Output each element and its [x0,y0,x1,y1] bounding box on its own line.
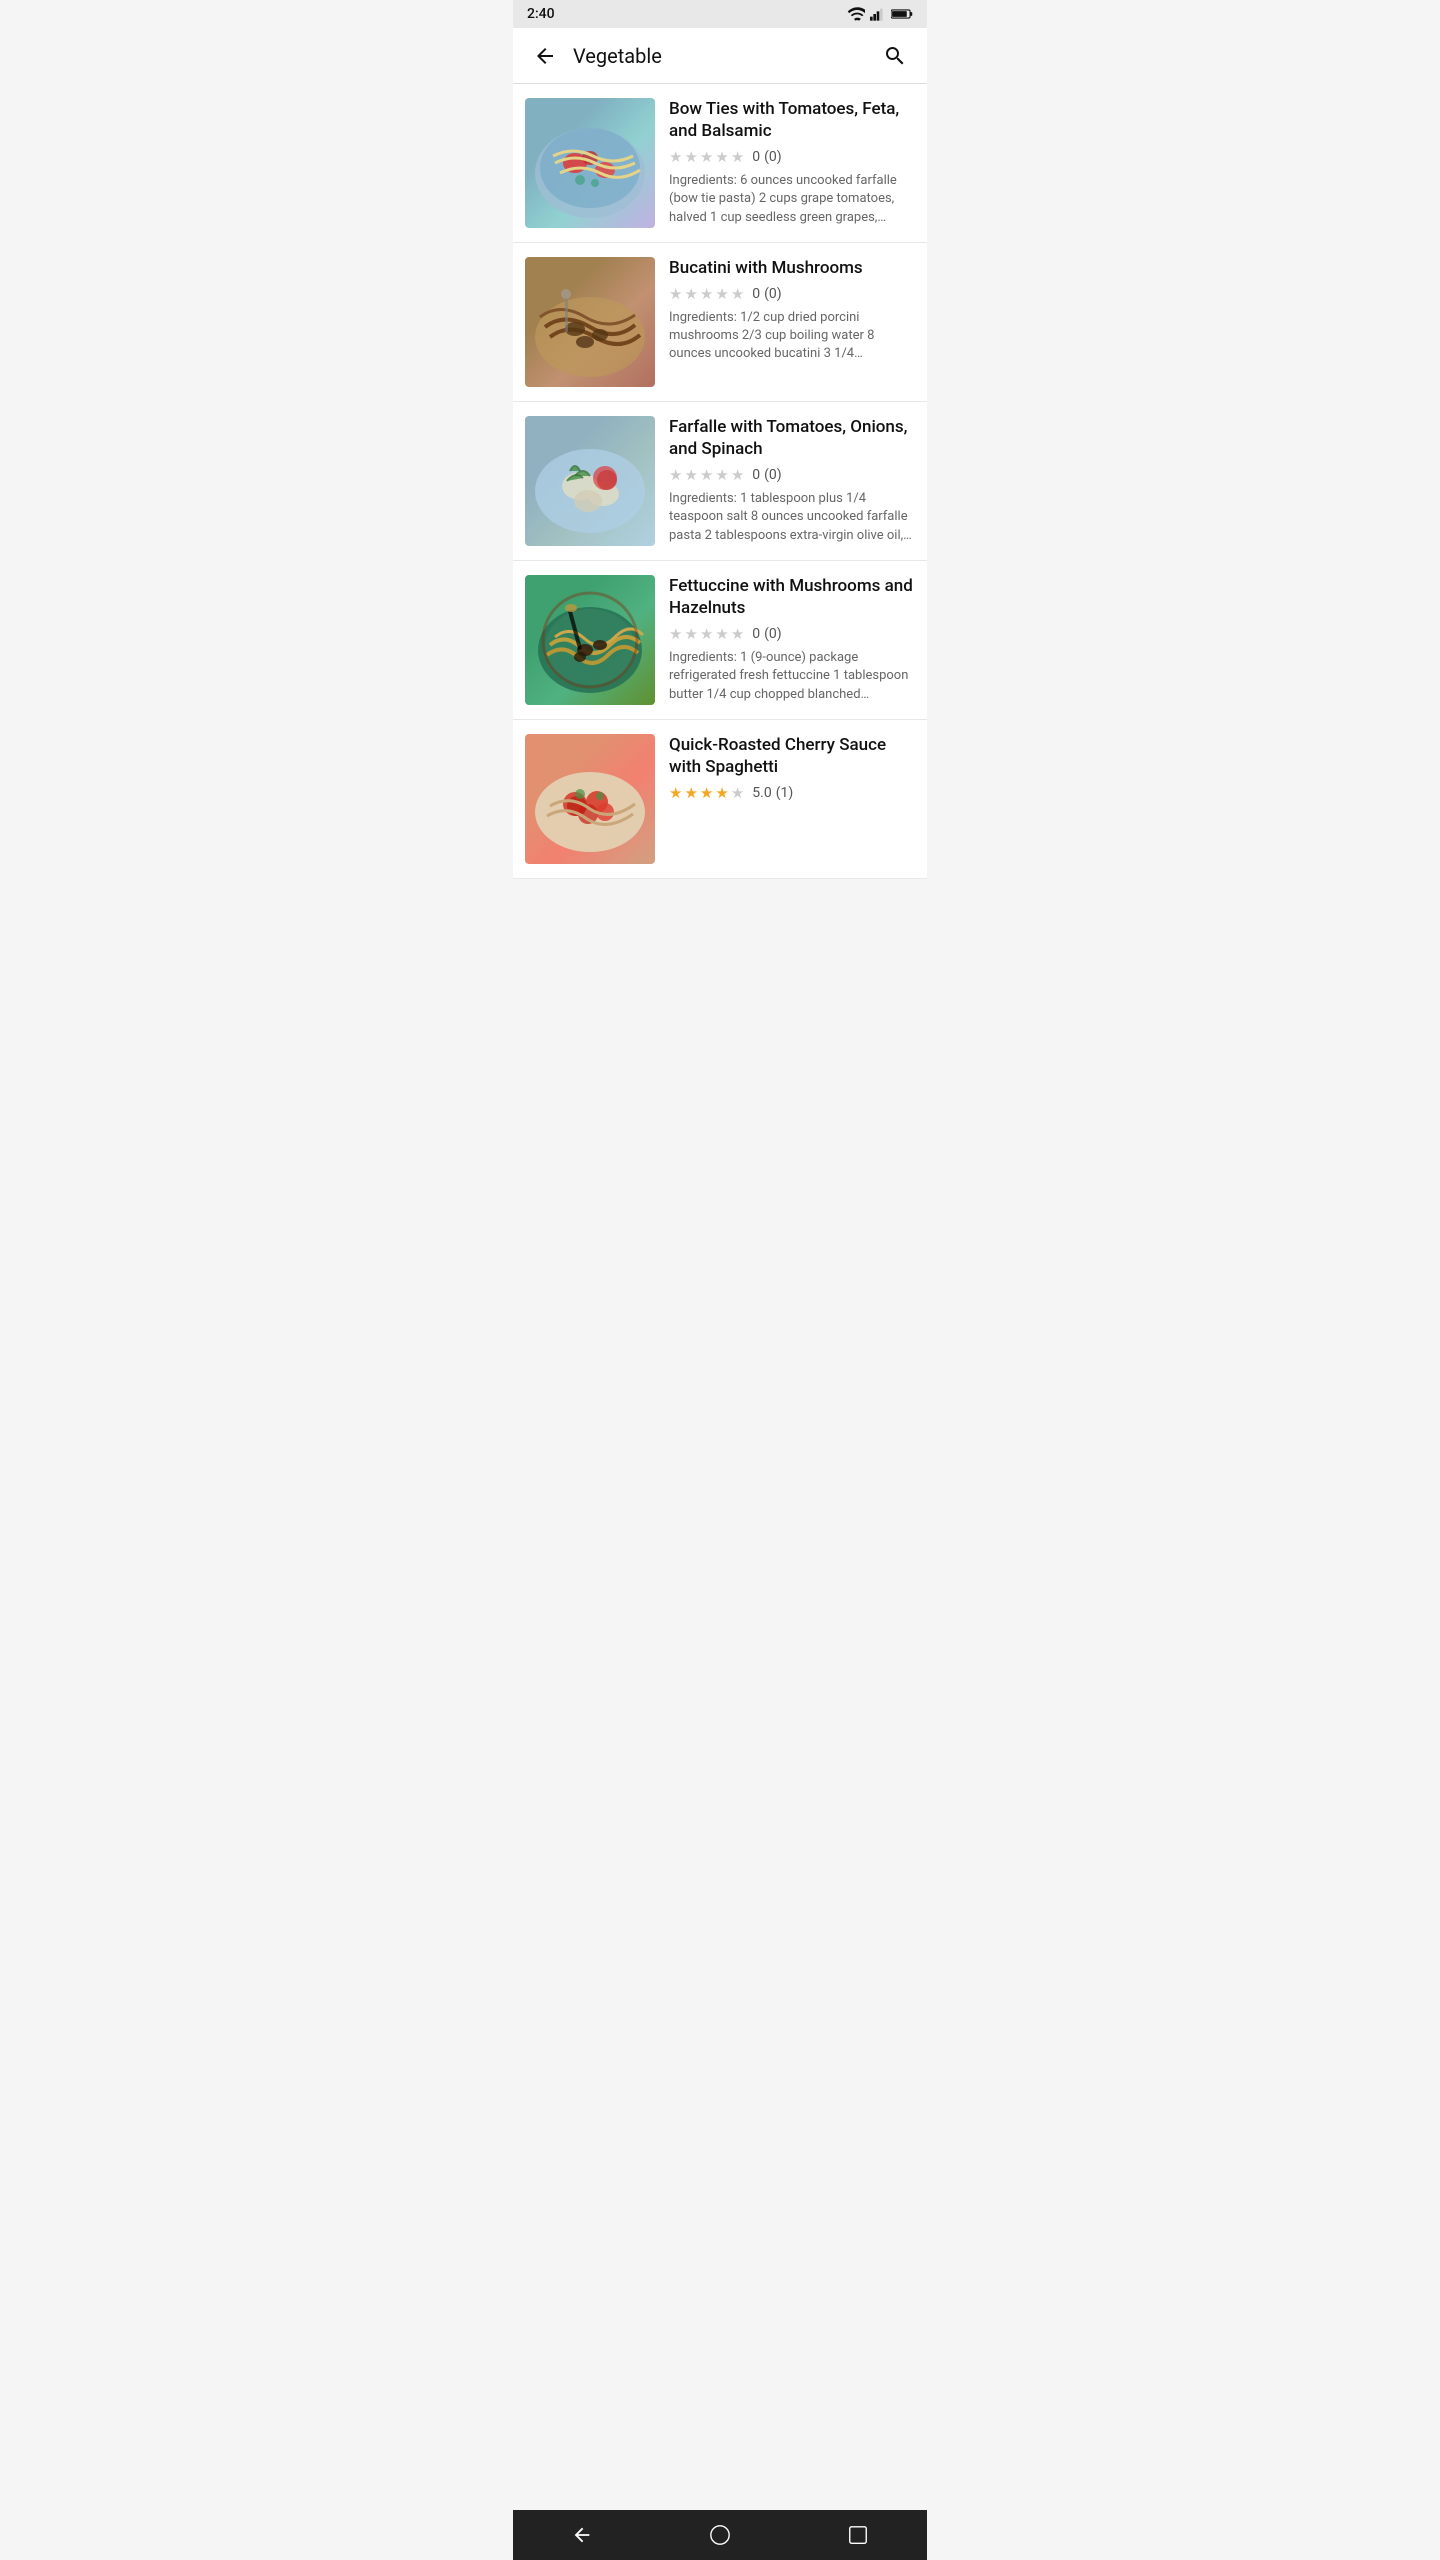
star-4: ★ [715,466,728,484]
star-1: ★ [669,148,682,166]
rating-number: 0 [752,149,760,165]
recipe-ingredients: Ingredients: 6 ounces uncooked farfalle … [669,172,915,227]
page-title: Vegetable [565,44,875,68]
star-5: ★ [731,148,744,166]
recipe-ingredients: Ingredients: 1 tablespoon plus 1/4 teasp… [669,490,915,545]
star-5: ★ [731,625,744,643]
stars: ★ ★ ★ ★ ★ [669,625,744,643]
recipe-image [525,98,655,228]
nav-home-button[interactable] [695,2510,745,2560]
recipe-image [525,575,655,705]
stars: ★ ★ ★ ★ ★ [669,148,744,166]
nav-home-icon [709,2524,731,2546]
star-2: ★ [684,784,697,802]
rating-count: (1) [776,785,794,801]
recipe-info: Quick-Roasted Cherry Sauce with Spaghett… [655,734,915,864]
recipe-title: Fettuccine with Mushrooms and Hazelnuts [669,575,915,619]
back-arrow-icon [533,44,557,68]
star-3: ★ [700,625,713,643]
recipe-rating: ★ ★ ★ ★ ★ 0 (0) [669,148,915,166]
nav-back-button[interactable] [557,2510,607,2560]
stars: ★ ★ ★ ★ ★ [669,784,744,802]
star-1: ★ [669,466,682,484]
header: Vegetable [513,28,927,84]
star-2: ★ [684,466,697,484]
recipe-ingredients: Ingredients: 1 (9-ounce) package refrige… [669,649,915,704]
recipe-info: Farfalle with Tomatoes, Onions, and Spin… [655,416,915,546]
rating-count: (0) [764,626,782,642]
rating-count: (0) [764,149,782,165]
star-5: ★ [731,466,744,484]
recipe-rating: ★ ★ ★ ★ ★ 5.0 (1) [669,784,915,802]
rating-count: (0) [764,467,782,483]
star-4: ★ [715,784,728,802]
star-1: ★ [669,784,682,802]
status-time: 2:40 [527,6,555,22]
status-icons [847,7,913,21]
star-4: ★ [715,625,728,643]
star-3: ★ [700,784,713,802]
recipe-info: Bucatini with Mushrooms ★ ★ ★ ★ ★ 0 (0) … [655,257,915,387]
recipe-info: Fettuccine with Mushrooms and Hazelnuts … [655,575,915,705]
star-3: ★ [700,285,713,303]
wifi-icon [847,7,865,21]
signal-icon [870,7,886,21]
recipe-ingredients: Ingredients: 1/2 cup dried porcini mushr… [669,309,915,364]
recipe-item[interactable]: Bow Ties with Tomatoes, Feta, and Balsam… [513,84,927,243]
recipe-item[interactable]: Bucatini with Mushrooms ★ ★ ★ ★ ★ 0 (0) … [513,243,927,402]
recipe-title: Quick-Roasted Cherry Sauce with Spaghett… [669,734,915,778]
star-4: ★ [715,285,728,303]
rating-number: 0 [752,286,760,302]
recipe-rating: ★ ★ ★ ★ ★ 0 (0) [669,285,915,303]
recipe-image [525,416,655,546]
search-button[interactable] [875,36,915,76]
recipe-title: Farfalle with Tomatoes, Onions, and Spin… [669,416,915,460]
star-2: ★ [684,285,697,303]
back-button[interactable] [525,36,565,76]
search-icon [883,44,907,68]
star-5: ★ [731,784,744,802]
recipe-image [525,257,655,387]
stars: ★ ★ ★ ★ ★ [669,285,744,303]
nav-recents-button[interactable] [833,2510,883,2560]
recipe-rating: ★ ★ ★ ★ ★ 0 (0) [669,466,915,484]
recipe-item[interactable]: Fettuccine with Mushrooms and Hazelnuts … [513,561,927,720]
recipe-title: Bucatini with Mushrooms [669,257,915,279]
rating-number: 0 [752,467,760,483]
recipe-item[interactable]: Farfalle with Tomatoes, Onions, and Spin… [513,402,927,561]
star-3: ★ [700,148,713,166]
recipe-list: Bow Ties with Tomatoes, Feta, and Balsam… [513,84,927,879]
recipe-info: Bow Ties with Tomatoes, Feta, and Balsam… [655,98,915,228]
star-5: ★ [731,285,744,303]
star-2: ★ [684,148,697,166]
rating-count: (0) [764,286,782,302]
star-3: ★ [700,466,713,484]
nav-recents-icon [847,2524,869,2546]
rating-number: 5.0 [752,785,771,801]
star-4: ★ [715,148,728,166]
navigation-bar [513,2510,927,2560]
status-bar: 2:40 [513,0,927,28]
nav-back-icon [571,2524,593,2546]
star-1: ★ [669,285,682,303]
star-1: ★ [669,625,682,643]
recipe-rating: ★ ★ ★ ★ ★ 0 (0) [669,625,915,643]
battery-icon [891,8,913,20]
stars: ★ ★ ★ ★ ★ [669,466,744,484]
rating-number: 0 [752,626,760,642]
recipe-title: Bow Ties with Tomatoes, Feta, and Balsam… [669,98,915,142]
recipe-item[interactable]: Quick-Roasted Cherry Sauce with Spaghett… [513,720,927,879]
star-2: ★ [684,625,697,643]
recipe-image [525,734,655,864]
